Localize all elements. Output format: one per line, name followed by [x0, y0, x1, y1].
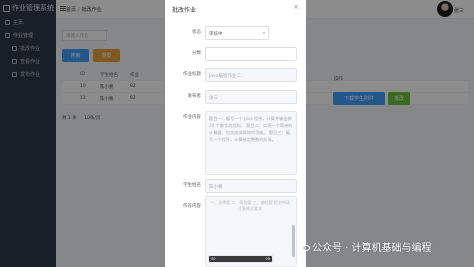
- score-input[interactable]: [205, 47, 297, 61]
- close-icon[interactable]: ×: [293, 3, 299, 11]
- homework-content-textarea: 题目一：编写一个 Java 程序，计算并输出前 20 个数字的总和。 题目二：实…: [205, 111, 297, 175]
- publisher-field: 张三: [205, 90, 297, 104]
- wechat-icon: [297, 241, 310, 252]
- field-label: 发布者: [187, 94, 202, 99]
- scrollbar[interactable]: [292, 225, 295, 257]
- media-player[interactable]: 00 00: [209, 256, 272, 262]
- grade-dialog: 批改作业 × 状态 审核中 ▾ 分数 作业标题 Java编程作业二 发布者 张三…: [165, 0, 306, 267]
- player-time-right: 00: [265, 257, 270, 261]
- status-value: 审核中: [209, 32, 223, 37]
- form-row-score: 分数: [165, 47, 306, 61]
- answer-file-preview[interactable]: 一、选择题 二、简答题 三、编程题 提交时请注意格式要求 00 00: [205, 196, 297, 267]
- homework-title-field: Java编程作业二: [205, 68, 297, 82]
- app-root: 作业管理系统 主页 作业管理 批改作业 查看作业 发布作业 首页 / 批改作业 张三: [0, 0, 474, 267]
- chevron-down-icon: ▾: [262, 30, 265, 35]
- player-time-left: 00: [211, 257, 216, 261]
- form-row-status: 状态 审核中 ▾: [165, 26, 306, 40]
- preview-text: 一、选择题 二、简答题 三、编程题 提交时请注意格式要求: [210, 200, 290, 211]
- field-label: 学生姓名: [183, 183, 201, 188]
- student-name-field: 陈小鹏: [205, 179, 297, 193]
- field-label: 状态: [192, 30, 201, 35]
- field-label: 作业内容: [183, 115, 201, 120]
- form-row-title: 作业标题 Java编程作业二: [165, 68, 306, 82]
- watermark-text: 公众号 · 计算机基础与编程: [312, 242, 432, 254]
- dialog-title: 批改作业: [172, 7, 197, 14]
- status-select[interactable]: 审核中 ▾: [205, 26, 269, 40]
- watermark: 公众号 · 计算机基础与编程: [297, 236, 471, 256]
- field-label: 作答内容: [183, 204, 201, 209]
- field-label: 作业标题: [183, 72, 201, 77]
- form-row-student: 学生姓名 陈小鹏: [165, 179, 306, 193]
- form-row-publisher: 发布者 张三: [165, 90, 306, 104]
- field-label: 分数: [192, 51, 201, 56]
